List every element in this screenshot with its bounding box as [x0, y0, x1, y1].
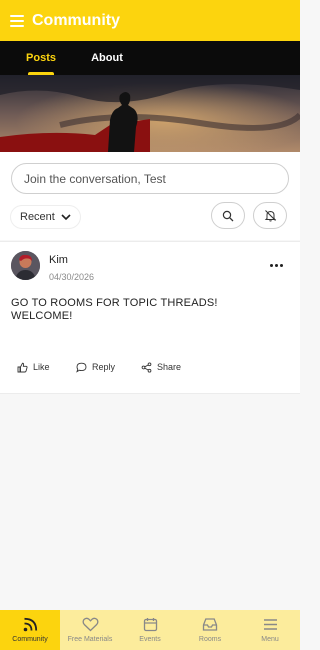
- reply-button[interactable]: Reply: [76, 360, 115, 374]
- nav-label: Community: [12, 636, 48, 643]
- tab-posts[interactable]: Posts: [18, 41, 64, 75]
- notifications-off-button[interactable]: [253, 202, 287, 229]
- avatar[interactable]: [11, 251, 40, 280]
- composer-panel: Join the conversation, Test Recent: [0, 152, 300, 240]
- inbox-icon: [202, 618, 218, 631]
- share-button[interactable]: Share: [141, 360, 181, 374]
- community-banner-image: [0, 75, 300, 152]
- reply-label: Reply: [92, 362, 116, 372]
- more-options-icon[interactable]: [270, 264, 283, 267]
- share-icon: [141, 361, 152, 373]
- tab-about[interactable]: About: [84, 41, 130, 75]
- nav-label: Free Materials: [67, 636, 113, 643]
- chevron-down-icon: [61, 213, 71, 220]
- post-body-line: WELCOME!: [11, 310, 73, 322]
- calendar-icon: [143, 618, 157, 632]
- nav-label: Rooms: [198, 636, 222, 643]
- nav-label: Events: [139, 636, 161, 643]
- rss-icon: [23, 617, 37, 632]
- post-body-line: GO TO ROOMS FOR TOPIC THREADS!: [11, 297, 218, 309]
- nav-rooms[interactable]: Rooms: [180, 610, 240, 650]
- thumbs-up-icon: [17, 362, 28, 372]
- tab-bar: Posts About: [0, 41, 300, 75]
- sort-dropdown[interactable]: Recent: [11, 206, 80, 228]
- bottom-navigation: Community Free Materials Events Rooms Me…: [0, 610, 300, 650]
- search-button[interactable]: [211, 202, 245, 229]
- comment-icon: [76, 362, 87, 373]
- nav-events[interactable]: Events: [120, 610, 180, 650]
- search-icon: [222, 210, 234, 221]
- sort-label: Recent: [20, 211, 55, 223]
- nav-community[interactable]: Community: [0, 610, 60, 650]
- conversation-input[interactable]: Join the conversation, Test: [11, 163, 289, 194]
- bell-off-icon: [264, 210, 276, 222]
- post-date: 04/30/2026: [49, 272, 95, 282]
- app-bar: Community: [0, 0, 300, 41]
- page-title: Community: [32, 11, 120, 29]
- share-label: Share: [157, 362, 182, 372]
- nav-menu[interactable]: Menu: [240, 610, 300, 650]
- like-button[interactable]: Like: [17, 360, 50, 374]
- hamburger-icon[interactable]: [10, 14, 24, 27]
- menu-icon: [263, 619, 277, 630]
- nav-label: Menu: [261, 636, 279, 643]
- like-label: Like: [33, 362, 50, 372]
- heart-icon: [82, 617, 98, 632]
- post-card: Kim 04/30/2026 GO TO ROOMS FOR TOPIC THR…: [0, 241, 300, 394]
- nav-free-materials[interactable]: Free Materials: [60, 610, 120, 650]
- post-body: GO TO ROOMS FOR TOPIC THREADS! WELCOME!: [11, 297, 281, 323]
- post-author[interactable]: Kim: [49, 254, 68, 266]
